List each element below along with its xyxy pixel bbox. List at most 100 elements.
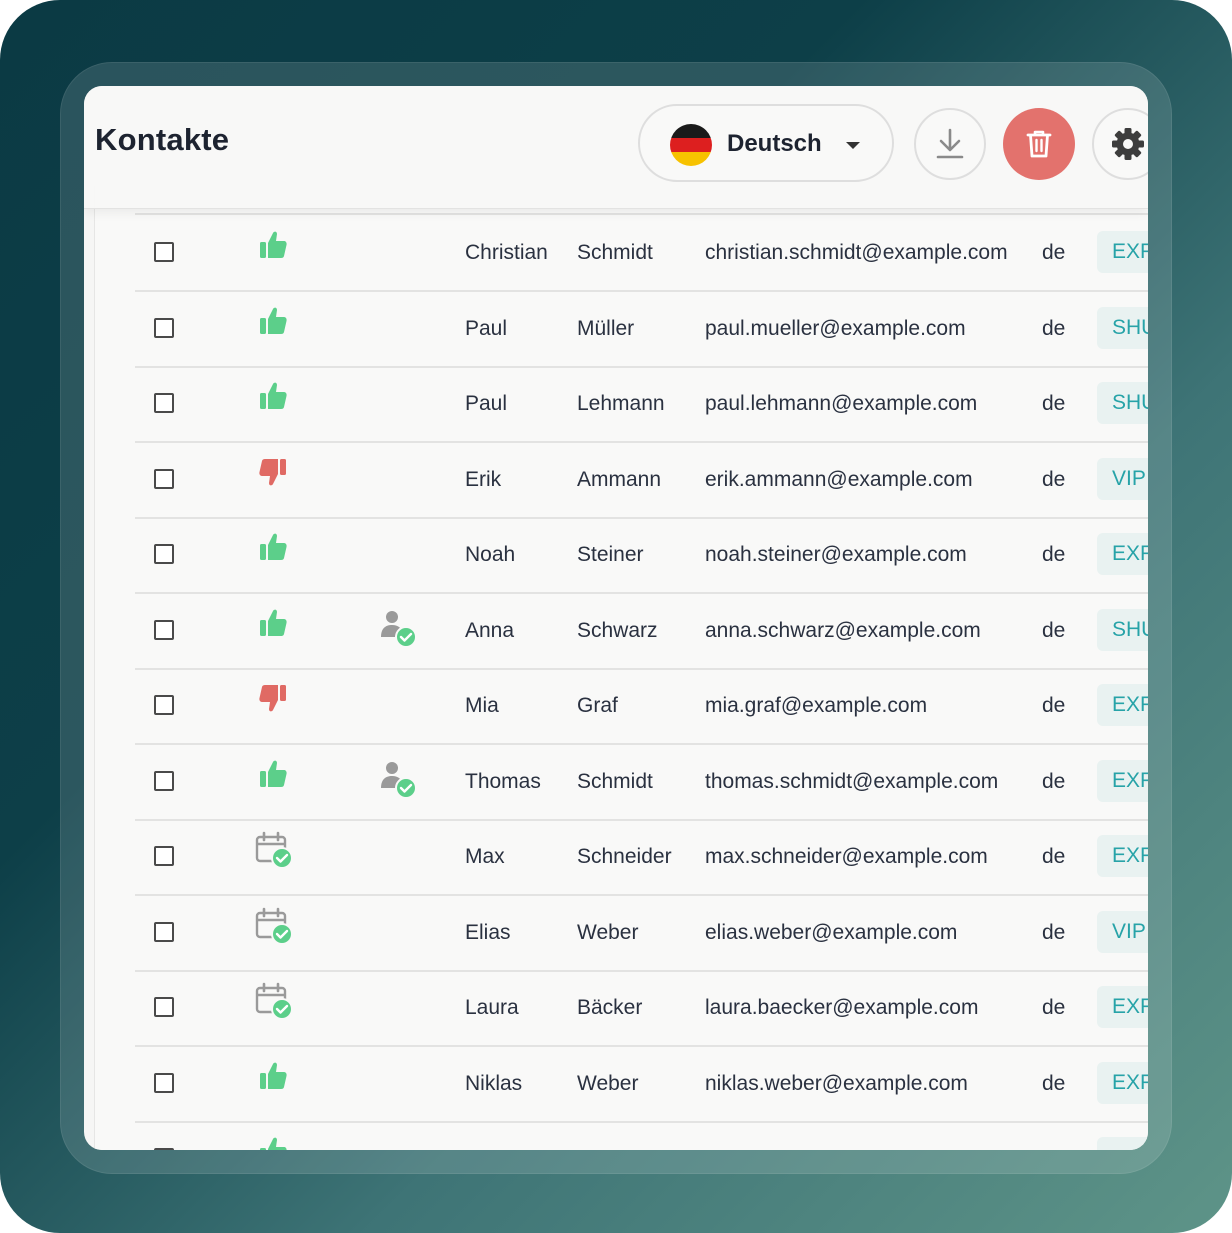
row-checkbox[interactable]	[154, 846, 174, 866]
table-row[interactable]: Erik Ammann erik.ammann@example.com de VIP	[135, 442, 1148, 519]
first-name-cell: Christian	[465, 241, 548, 264]
download-button[interactable]	[914, 108, 986, 180]
last-name-cell: Schmidt	[577, 241, 653, 264]
tag-badge[interactable]: EXPE	[1097, 759, 1148, 802]
language-cell: de	[1042, 1071, 1066, 1095]
first-name-cell: Thomas	[465, 769, 541, 793]
tag-badge[interactable]: VIP	[1097, 457, 1148, 500]
calendar-check-icon	[255, 831, 293, 869]
row-checkbox[interactable]	[154, 619, 174, 640]
first-name-cell: Paul	[465, 316, 508, 340]
status-icon	[258, 758, 288, 795]
status-icon	[258, 305, 288, 342]
language-cell: de	[1042, 241, 1066, 264]
first-name-cell: Elias	[465, 920, 511, 944]
thumbs-up-icon	[260, 382, 287, 409]
thumbs-up-icon	[260, 1137, 287, 1150]
language-cell: de	[1042, 694, 1066, 717]
language-select[interactable]: Deutsch	[638, 104, 894, 182]
tag-badge[interactable]: EXPE	[1097, 835, 1148, 877]
trash-icon	[1026, 130, 1052, 158]
tag-badge[interactable]: SHUT	[1097, 306, 1148, 349]
row-checkbox[interactable]	[154, 1072, 174, 1093]
tag-badge[interactable]: EXPE	[1097, 231, 1148, 273]
table-row[interactable]: Mia Graf mia.graf@example.com de EXPE	[135, 668, 1148, 745]
email-cell: max.schneider@example.com	[705, 845, 988, 868]
last-name-cell: Schwarz	[577, 618, 658, 642]
row-checkbox[interactable]	[154, 393, 174, 413]
calendar-check-icon	[255, 907, 293, 945]
tag-badge[interactable]: EXPE	[1097, 533, 1148, 575]
last-name-cell: Schmidt	[577, 769, 653, 793]
tag-badge[interactable]: EXPE	[1097, 986, 1148, 1028]
language-cell: de	[1042, 920, 1066, 944]
row-checkbox[interactable]	[154, 770, 174, 791]
row-checkbox[interactable]	[154, 997, 174, 1017]
first-name-cell: Paul	[465, 392, 508, 415]
verified-user-icon	[381, 610, 417, 648]
last-name-cell: Schneider	[577, 845, 672, 868]
tag-badge[interactable]: EXPE	[1097, 684, 1148, 726]
table-row[interactable]: Christian Schmidt christian.schmidt@exampl…	[135, 215, 1148, 292]
row-checkbox[interactable]	[154, 1148, 174, 1150]
language-cell: de	[1042, 467, 1066, 491]
email-cell: paul.lehmann@example.com	[705, 392, 978, 415]
status-icon	[258, 1060, 288, 1097]
language-cell: de	[1042, 392, 1066, 415]
email-cell: laura.baecker@example.com	[705, 996, 979, 1019]
table-row[interactable]: Thomas Schmidt thomas.schmidt@example.com d…	[135, 744, 1148, 821]
verified-user-badge	[379, 760, 419, 807]
last-name-cell: Müller	[577, 316, 635, 340]
email-cell: elias.weber@example.com	[705, 920, 958, 944]
status-icon	[258, 380, 288, 417]
row-checkbox[interactable]	[154, 544, 174, 564]
row-checkbox[interactable]	[154, 317, 174, 338]
email-cell: anna.schwarz@example.com	[705, 618, 981, 642]
thumbs-up-icon	[260, 760, 287, 787]
table-row[interactable]: Max Schneider max.schneider@example.com de E…	[135, 819, 1148, 896]
language-cell: de	[1042, 618, 1066, 642]
page-title: Kontakte	[95, 122, 230, 157]
thumbs-up-icon	[260, 231, 287, 258]
status-icon	[255, 982, 295, 1027]
first-name-cell: Mia	[465, 694, 499, 717]
tag-badge[interactable]: SHUT	[1097, 382, 1148, 424]
table-row[interactable]: Laura Bäcker laura.baecker@example.com de EX…	[135, 970, 1148, 1047]
status-icon	[258, 229, 288, 266]
thumbs-up-icon	[260, 307, 287, 334]
tag-badge[interactable]: SHUT	[1097, 608, 1148, 651]
table-row[interactable]: Niklas Weber niklas.weber@example.com de EXP…	[135, 1046, 1148, 1123]
last-name-cell: Lehmann	[577, 392, 665, 415]
language-cell: de	[1042, 845, 1066, 868]
email-cell: erik.ammann@example.com	[705, 467, 973, 491]
contacts-window: Christian Schmidt christian.schmidt@exampl…	[84, 86, 1148, 1150]
last-name-cell: Weber	[577, 1071, 639, 1095]
thumbs-down-icon	[259, 458, 286, 485]
tag-badge[interactable]: EXPE	[1097, 1061, 1148, 1104]
last-name-cell: Weber	[577, 920, 639, 944]
table-row[interactable]: Anna Schwarz anna.schwarz@example.com de SHU…	[135, 593, 1148, 670]
row-checkbox[interactable]	[154, 242, 174, 262]
row-checkbox[interactable]	[154, 921, 174, 942]
table-row[interactable]: Noah Steiner noah.steiner@example.com de EXP…	[135, 517, 1148, 594]
language-cell: de	[1042, 769, 1066, 793]
thumbs-up-icon	[260, 609, 287, 636]
table-row[interactable]: Paul Lehmann paul.lehmann@example.com de SHU…	[135, 366, 1148, 443]
table-row[interactable]	[135, 1121, 1148, 1150]
email-cell: paul.mueller@example.com	[705, 316, 966, 340]
table-row[interactable]: Elias Weber elias.weber@example.com de VIP	[135, 895, 1148, 972]
first-name-cell: Max	[465, 845, 505, 868]
tag-badge[interactable]: VIP	[1097, 910, 1148, 953]
last-name-cell: Steiner	[577, 543, 644, 566]
settings-button[interactable]	[1092, 108, 1148, 180]
status-icon	[255, 831, 295, 876]
status-icon	[258, 1135, 288, 1150]
thumbs-up-icon	[260, 1062, 287, 1089]
tag-badge[interactable]	[1097, 1137, 1148, 1150]
row-checkbox[interactable]	[154, 468, 174, 489]
first-name-cell: Niklas	[465, 1071, 523, 1095]
table-row[interactable]: Paul Müller paul.mueller@example.com de SHUT	[135, 291, 1148, 368]
contacts-table: Christian Schmidt christian.schmidt@exampl…	[94, 186, 1148, 1150]
row-checkbox[interactable]	[154, 695, 174, 715]
delete-button[interactable]	[1003, 108, 1075, 180]
